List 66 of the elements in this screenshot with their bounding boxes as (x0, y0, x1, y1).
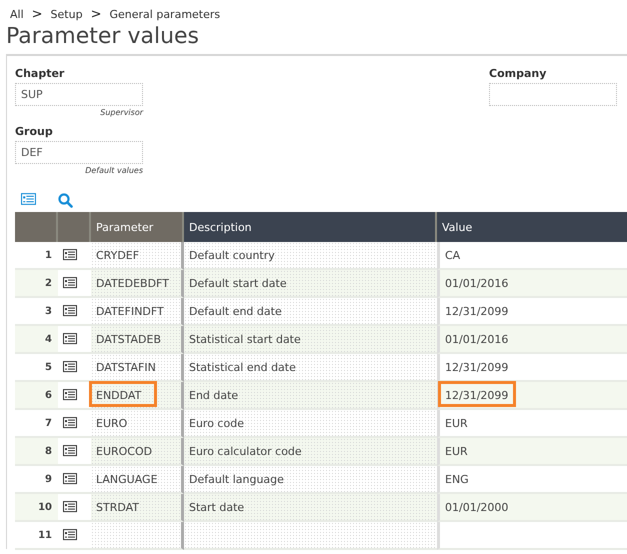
breadcrumb-separator: > (32, 6, 43, 22)
list-icon[interactable] (63, 473, 77, 485)
list-icon[interactable] (63, 249, 77, 261)
table-cell: 12/31/2099 (437, 298, 627, 326)
table-cell: 12/31/2099 (437, 382, 627, 410)
breadcrumb-separator: > (90, 6, 102, 22)
table-cell: Start date (184, 494, 437, 522)
table-cell: EUROCOD (91, 438, 184, 466)
column-header[interactable]: Parameter (91, 212, 184, 242)
input-field[interactable]: SUP (15, 83, 143, 106)
row-number: 10 (15, 494, 58, 522)
table-cell: Statistical start date (184, 326, 437, 354)
column-header[interactable]: Value (437, 212, 627, 242)
table-cell: Statistical end date (184, 354, 437, 382)
list-icon[interactable] (63, 445, 77, 457)
header-cell (15, 212, 58, 242)
field-label: Group (15, 125, 54, 138)
table-cell: 01/01/2016 (437, 270, 627, 298)
search-icon[interactable] (58, 193, 73, 208)
list-icon[interactable] (63, 389, 77, 401)
table-cell: End date (184, 382, 437, 410)
table-cell: EURO (91, 410, 184, 438)
breadcrumb-link[interactable]: General parameters (109, 8, 220, 20)
row-number: 8 (15, 438, 58, 466)
table-cell: 01/01/2000 (437, 494, 627, 522)
list-icon[interactable] (63, 305, 77, 317)
field-caption: Default values (85, 166, 143, 177)
field-label: Company (489, 67, 548, 80)
table-cell: 12/31/2099 (437, 354, 627, 382)
table-cell: Default start date (184, 270, 437, 298)
column-header[interactable]: Description (184, 212, 437, 242)
list-icon[interactable] (63, 529, 77, 541)
table-cell: CRYDEF (91, 242, 184, 270)
breadcrumb-link[interactable]: Setup (50, 8, 83, 20)
list-icon[interactable] (63, 417, 77, 429)
table-cell: EUR (437, 410, 627, 438)
table-cell: Default country (184, 242, 437, 270)
table-cell: ENG (437, 466, 627, 494)
list-icon[interactable] (63, 277, 77, 289)
table-cell: LANGUAGE (91, 466, 184, 494)
table-cell: Default end date (184, 298, 437, 326)
table-cell: DATEFINDFT (91, 298, 184, 326)
table-cell: CA (437, 242, 627, 270)
table-cell: STRDAT (91, 494, 184, 522)
table-cell: EUR (437, 438, 627, 466)
list-icon[interactable] (63, 361, 77, 373)
field-label: Chapter (15, 67, 66, 80)
list-icon[interactable] (63, 333, 77, 345)
table-cell: Euro code (184, 410, 437, 438)
list-icon[interactable] (63, 501, 77, 513)
table-cell: ENDDAT (91, 382, 184, 410)
header-cell (58, 212, 91, 242)
table-cell: DATSTAFIN (91, 354, 184, 382)
table-cell: DATSTADEB (91, 326, 184, 354)
input-field[interactable] (489, 83, 617, 106)
table-cell: 01/01/2016 (437, 326, 627, 354)
table-cell: Default language (184, 466, 437, 494)
breadcrumb-link[interactable]: All (10, 8, 24, 20)
table-cell: DATEDEBDFT (91, 270, 184, 298)
input-field[interactable]: DEF (15, 141, 143, 164)
row-number: 6 (15, 382, 58, 410)
table-cell: Euro calculator code (184, 438, 437, 466)
row-number: 4 (15, 326, 58, 354)
field-caption: Supervisor (100, 108, 143, 119)
page-title: Parameter values (6, 24, 200, 51)
row-number: 2 (15, 270, 58, 298)
